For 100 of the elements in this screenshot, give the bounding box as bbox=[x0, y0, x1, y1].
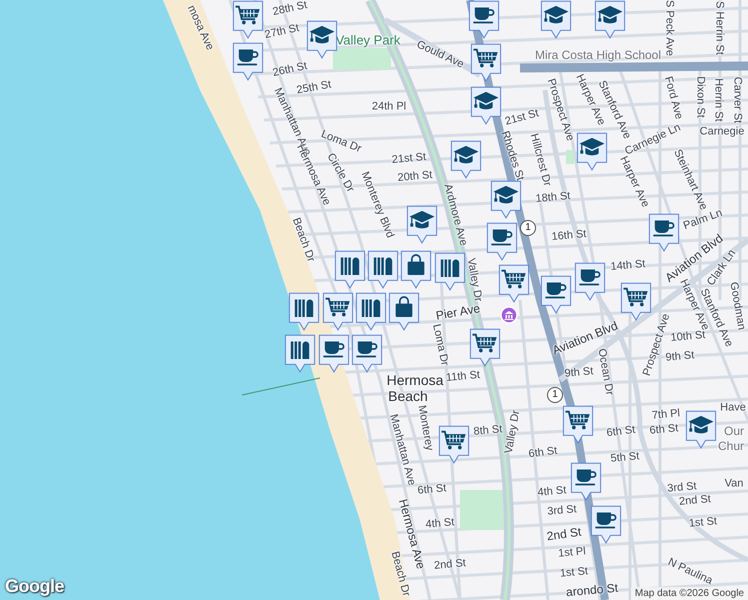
coffee-cup-icon bbox=[579, 270, 600, 286]
map-marker[interactable] bbox=[486, 222, 518, 262]
street-label: Have bbox=[720, 402, 746, 414]
street-label: Rhodes St bbox=[498, 130, 526, 182]
shopping-bag-icon bbox=[396, 296, 412, 317]
map-marker[interactable] bbox=[334, 250, 366, 290]
street-label: Pier Ave bbox=[435, 302, 481, 322]
map-marker[interactable] bbox=[590, 505, 622, 545]
shopping-cart-icon bbox=[442, 430, 466, 450]
books-icon bbox=[362, 300, 380, 317]
map-marker[interactable] bbox=[470, 43, 502, 83]
street-label: Carnegie bbox=[700, 126, 744, 138]
map-marker[interactable] bbox=[322, 292, 354, 332]
street-label: 21st St bbox=[504, 108, 540, 128]
street-label: arondo St bbox=[566, 582, 618, 598]
street-label: Ardmore Ave bbox=[441, 182, 469, 248]
park-area bbox=[460, 490, 505, 530]
place-label: Mira Costa High School bbox=[534, 49, 662, 61]
map-marker[interactable] bbox=[498, 264, 530, 304]
street-label: 1st St bbox=[560, 566, 588, 580]
map-marker[interactable] bbox=[562, 405, 594, 445]
street-label: 3rd St bbox=[546, 504, 578, 518]
shopping-cart-icon bbox=[502, 270, 526, 288]
map-marker[interactable] bbox=[620, 282, 652, 322]
map-marker[interactable] bbox=[648, 213, 680, 253]
graduation-cap-icon bbox=[454, 146, 478, 164]
street-label: 2nd St bbox=[434, 558, 466, 572]
street-label: 6th St bbox=[649, 423, 679, 437]
graduation-cap-icon bbox=[544, 6, 568, 24]
street-label: 3rd St bbox=[666, 481, 698, 495]
map-marker[interactable] bbox=[318, 334, 350, 374]
map-marker[interactable] bbox=[685, 410, 717, 450]
coffee-cup-icon bbox=[491, 230, 512, 246]
google-logo: Google bbox=[5, 576, 64, 597]
street-label: 1st Pl bbox=[558, 546, 586, 560]
place-label: Chur bbox=[718, 440, 744, 452]
map-marker[interactable] bbox=[406, 205, 438, 245]
map-marker[interactable] bbox=[574, 262, 606, 302]
street-label: 5th St bbox=[610, 451, 640, 465]
park-area bbox=[566, 150, 574, 164]
street-label: Beach Dr bbox=[388, 550, 412, 598]
street-label: 7th Pl bbox=[652, 408, 680, 422]
map-marker[interactable] bbox=[232, 0, 264, 40]
map-marker[interactable] bbox=[284, 334, 316, 374]
map-marker[interactable] bbox=[469, 328, 501, 368]
street-label: Ocean Dr bbox=[596, 348, 614, 396]
map-marker[interactable] bbox=[367, 250, 399, 290]
street-label: 4th St bbox=[537, 485, 567, 499]
street-label: S Peck Ave bbox=[664, 0, 674, 56]
map-marker[interactable] bbox=[594, 0, 626, 40]
street-label: 10th St bbox=[670, 330, 706, 344]
coffee-cup-icon bbox=[653, 220, 674, 236]
street-label: Manhattan Ave bbox=[387, 413, 417, 487]
books-icon bbox=[440, 260, 460, 277]
street-label: Van bbox=[724, 478, 744, 490]
street-label: 28th St bbox=[272, 0, 308, 18]
map-marker[interactable] bbox=[438, 425, 470, 465]
map-marker[interactable] bbox=[540, 275, 572, 315]
map-marker[interactable] bbox=[576, 132, 608, 172]
map-marker[interactable] bbox=[450, 140, 482, 180]
map-marker[interactable] bbox=[470, 86, 502, 126]
street-label: 24th Pl bbox=[372, 102, 406, 112]
street-label: 6th St bbox=[417, 483, 447, 497]
street-label: Loma Dr bbox=[319, 129, 363, 155]
map-marker[interactable] bbox=[570, 462, 602, 502]
street-label: 27th St bbox=[264, 23, 300, 41]
map-marker[interactable] bbox=[355, 292, 387, 332]
street-label: 11th St bbox=[446, 370, 480, 384]
street-label: Herrin St bbox=[712, 78, 724, 122]
graduation-cap-icon bbox=[580, 138, 604, 156]
city-label: Beach bbox=[388, 389, 428, 403]
street-label: Valley Dr bbox=[464, 257, 484, 303]
map-marker[interactable] bbox=[288, 292, 320, 332]
graduation-cap-icon bbox=[474, 92, 498, 110]
map-marker[interactable] bbox=[388, 292, 420, 332]
street-label: 16th St bbox=[551, 229, 587, 243]
map-marker[interactable] bbox=[400, 250, 432, 290]
street-label: S Herrin St bbox=[714, 1, 724, 55]
map[interactable] bbox=[0, 0, 748, 600]
museum-icon[interactable] bbox=[500, 306, 518, 324]
map-marker[interactable] bbox=[490, 180, 522, 220]
street-label: 18th St bbox=[535, 191, 571, 205]
street-label: Dixon St bbox=[694, 76, 706, 118]
map-marker[interactable] bbox=[306, 20, 338, 60]
street-label: 6th St bbox=[606, 424, 636, 440]
street-label: 4th St bbox=[425, 517, 455, 531]
street-label: 26th St bbox=[272, 61, 308, 79]
graduation-cap-icon bbox=[310, 26, 334, 44]
books-icon bbox=[340, 258, 360, 275]
street-label: 14th St bbox=[610, 259, 646, 273]
map-marker[interactable] bbox=[434, 252, 466, 292]
street-label: Valley Dr bbox=[504, 409, 522, 455]
street-label: 6th St bbox=[528, 446, 558, 460]
map-marker[interactable] bbox=[468, 0, 500, 40]
coffee-cup-icon bbox=[575, 470, 596, 486]
coffee-cup-icon bbox=[545, 282, 566, 298]
map-marker[interactable] bbox=[232, 42, 264, 82]
map-marker[interactable] bbox=[351, 334, 383, 374]
map-marker[interactable] bbox=[540, 0, 572, 40]
coffee-cup-icon bbox=[595, 512, 616, 528]
